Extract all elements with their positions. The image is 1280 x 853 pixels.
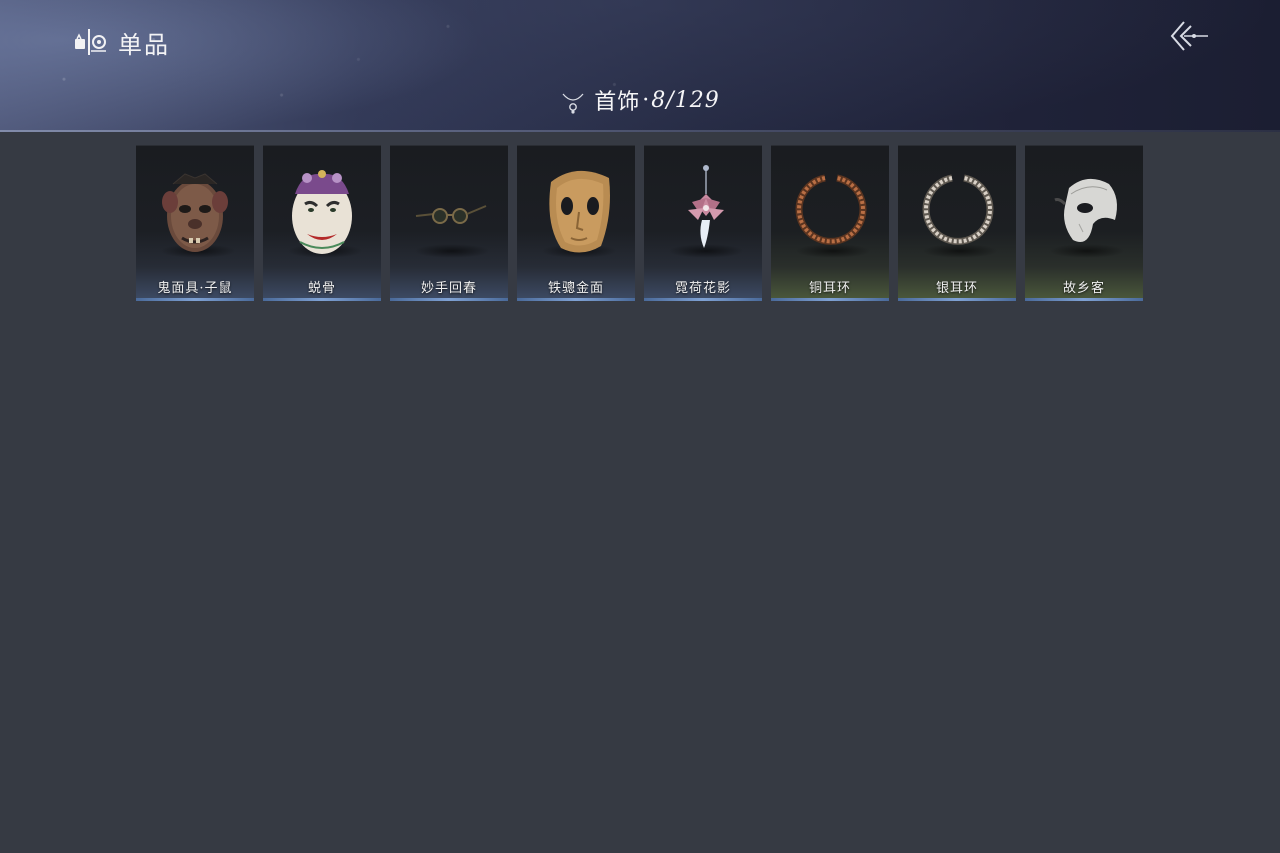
lotus-hairpin-icon: [688, 165, 724, 248]
necklace-icon: [562, 93, 584, 114]
brand: 单品: [72, 24, 170, 60]
back-button[interactable]: [1164, 16, 1212, 56]
painted-mask-icon: [292, 170, 352, 254]
header-banner: 单品 首饰 · 8/129: [0, 0, 1280, 132]
rat-mask-icon: [162, 173, 228, 252]
item-card[interactable]: 霓荷花影: [644, 145, 762, 301]
item-card[interactable]: 鬼面具·子鼠: [136, 145, 254, 301]
item-card[interactable]: 铁骢金面: [517, 145, 635, 301]
collection-icon: [75, 29, 106, 55]
item-card[interactable]: 铜耳环: [771, 145, 889, 301]
collection-screen: 单品 首饰 · 8/129 鬼面具·子鼠 蜕骨 妙手回春 铁骢金面 霓荷花影 铜…: [0, 0, 1280, 853]
item-grid: 鬼面具·子鼠 蜕骨 妙手回春 铁骢金面 霓荷花影 铜耳环 银耳环 故乡客: [136, 145, 1143, 301]
item-card[interactable]: 故乡客: [1025, 145, 1143, 301]
item-name: 霓荷花影: [674, 281, 731, 296]
item-name: 银耳环: [935, 281, 978, 296]
item-name: 故乡客: [1062, 281, 1105, 296]
gold-mask-icon: [549, 170, 610, 253]
category-label: 首饰: [594, 90, 641, 115]
category-separator: ·: [642, 87, 650, 113]
item-name: 铁骢金面: [547, 281, 604, 296]
back-arrow-icon: [1170, 21, 1208, 51]
item-card[interactable]: 银耳环: [898, 145, 1016, 301]
silver-earring-icon: [922, 174, 994, 245]
header-divider: [0, 130, 1280, 132]
item-card[interactable]: 妙手回春: [390, 145, 508, 301]
page-title: 单品: [118, 30, 170, 59]
item-name: 鬼面具·子鼠: [157, 281, 233, 296]
item-name: 妙手回春: [420, 281, 477, 296]
half-mask-icon: [1054, 178, 1117, 242]
item-name: 蜕骨: [307, 281, 336, 296]
item-card[interactable]: 蜕骨: [263, 145, 381, 301]
copper-earring-icon: [795, 174, 867, 245]
glasses-icon: [415, 205, 487, 224]
category-heading: 首饰 · 8/129: [0, 84, 1280, 116]
item-name: 铜耳环: [808, 281, 851, 296]
collection-count: 8/129: [651, 87, 720, 113]
